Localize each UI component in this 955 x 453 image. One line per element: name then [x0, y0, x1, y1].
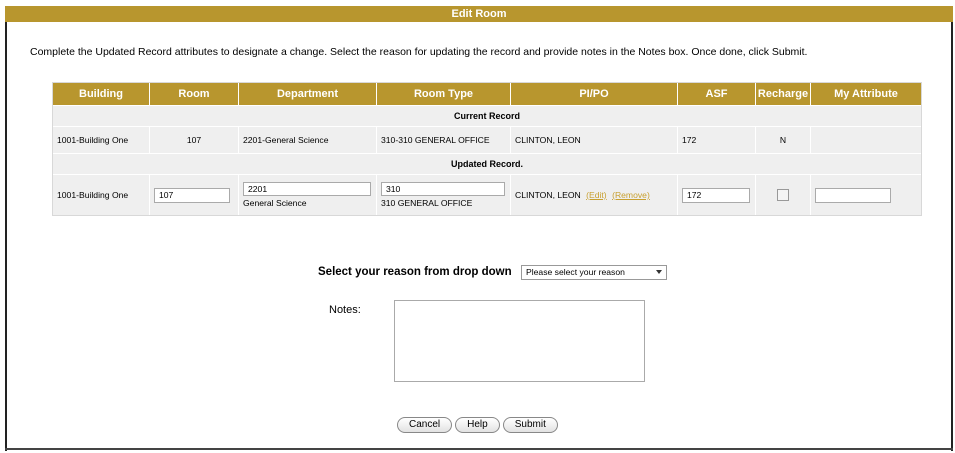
reason-label: Select your reason from drop down [318, 266, 512, 278]
table-header-row: Building Room Department Room Type PI/PO… [53, 83, 921, 105]
room-type-input[interactable]: 310 [381, 182, 505, 196]
department-input[interactable]: 2201 [243, 182, 371, 196]
current-department: 2201-General Science [239, 126, 377, 153]
updated-room-cell [150, 174, 239, 215]
submit-button[interactable]: Submit [502, 417, 558, 433]
notes-textarea[interactable] [394, 300, 645, 382]
current-recharge: N [756, 126, 811, 153]
record-table: Building Room Department Room Type PI/PO… [53, 83, 921, 215]
updated-room-type-cell: 310 310 GENERAL OFFICE [377, 174, 511, 215]
current-my-attribute [811, 126, 921, 153]
col-header-building: Building [53, 83, 150, 105]
dialog-frame [5, 6, 953, 451]
asf-input[interactable] [682, 187, 750, 203]
recharge-checkbox[interactable] [777, 189, 789, 201]
current-room: 107 [150, 126, 239, 153]
dialog-bottom-border [5, 448, 953, 450]
col-header-department: Department [239, 83, 377, 105]
updated-recharge-cell [756, 174, 811, 215]
dialog-title: Edit Room [5, 6, 953, 22]
col-header-room-type: Room Type [377, 83, 511, 105]
col-header-pipo: PI/PO [511, 83, 678, 105]
current-asf: 172 [678, 126, 756, 153]
room-input[interactable] [154, 187, 230, 203]
col-header-asf: ASF [678, 83, 756, 105]
updated-asf-cell [678, 174, 756, 215]
updated-record-section: Updated Record. [53, 153, 921, 174]
chevron-down-icon [656, 270, 662, 274]
updated-department-cell: 2201 General Science [239, 174, 377, 215]
col-header-my-attribute: My Attribute [811, 83, 921, 105]
room-type-name: 310 GENERAL OFFICE [381, 198, 473, 208]
col-header-recharge: Recharge [756, 83, 811, 105]
current-record-section: Current Record [53, 105, 921, 126]
department-name: General Science [243, 198, 307, 208]
pipo-remove-link[interactable]: (Remove) [612, 190, 650, 200]
help-button[interactable]: Help [455, 417, 500, 433]
reason-dropdown[interactable]: Please select your reason [521, 265, 667, 280]
current-pipo: CLINTON, LEON [511, 126, 678, 153]
updated-record-row: 1001-Building One 2201 General Science 3… [53, 174, 921, 215]
notes-label: Notes: [329, 304, 361, 316]
current-record-label: Current Record [53, 105, 921, 126]
updated-pipo: CLINTON, LEON [515, 190, 581, 200]
current-record-row: 1001-Building One 107 2201-General Scien… [53, 126, 921, 153]
action-buttons: Cancel Help Submit [397, 417, 558, 433]
my-attribute-input[interactable] [815, 187, 891, 203]
updated-pipo-cell: CLINTON, LEON (Edit) (Remove) [511, 174, 678, 215]
updated-building: 1001-Building One [53, 174, 150, 215]
cancel-button[interactable]: Cancel [397, 417, 453, 433]
record-grid: Building Room Department Room Type PI/PO… [52, 82, 922, 216]
updated-my-attribute-cell [811, 174, 921, 215]
reason-selected-value: Please select your reason [526, 267, 625, 277]
current-room-type: 310-310 GENERAL OFFICE [377, 126, 511, 153]
pipo-edit-link[interactable]: (Edit) [586, 190, 607, 200]
col-header-room: Room [150, 83, 239, 105]
updated-record-label: Updated Record. [53, 153, 921, 174]
current-building: 1001-Building One [53, 126, 150, 153]
instructions-text: Complete the Updated Record attributes t… [30, 46, 808, 58]
